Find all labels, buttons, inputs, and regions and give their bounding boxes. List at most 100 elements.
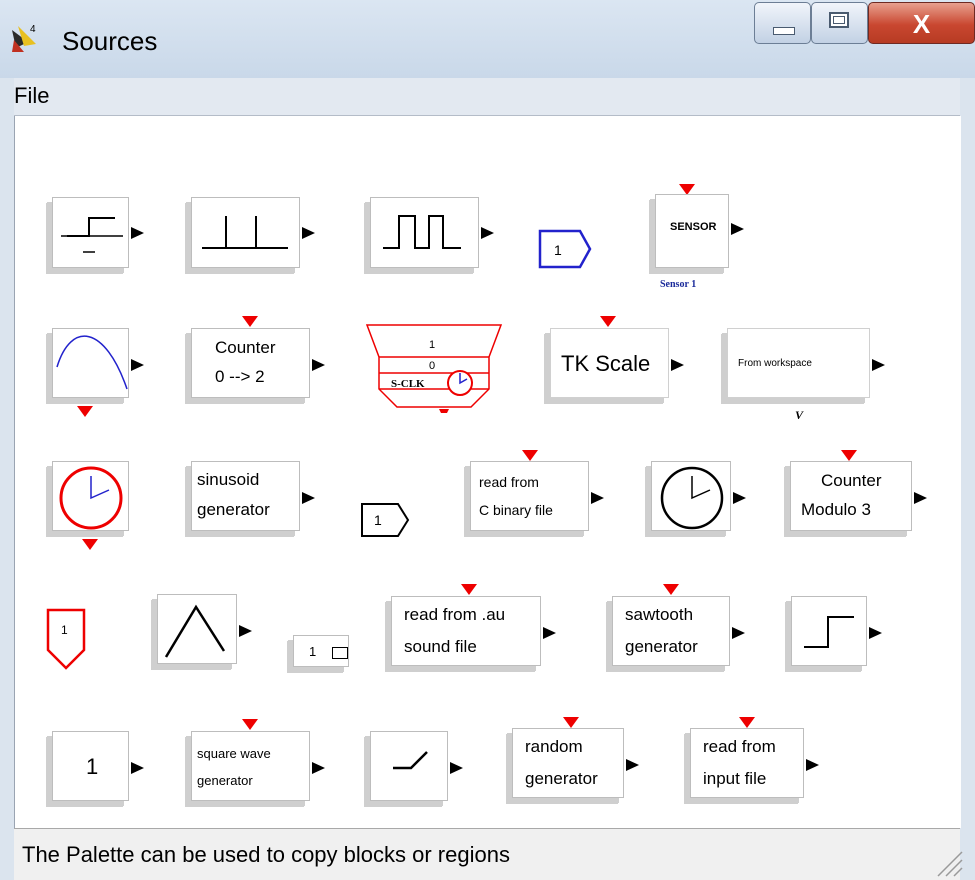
window-title: Sources bbox=[62, 26, 158, 56]
tkscale-label: TK Scale bbox=[561, 351, 651, 376]
inport-blue-label: 1 bbox=[554, 242, 562, 258]
fromws-label: From workspace bbox=[738, 358, 812, 369]
block-impulse-generator[interactable] bbox=[191, 197, 315, 268]
block-sine-curve[interactable] bbox=[52, 328, 144, 398]
event-input-port bbox=[739, 717, 755, 728]
window-border-left bbox=[0, 78, 14, 879]
event-input-port bbox=[563, 717, 579, 728]
palette-canvas[interactable]: 1 SENSOR Sensor 1 Counter 0 --> 2 1 0 S-… bbox=[14, 116, 961, 828]
block-pulse-generator[interactable] bbox=[370, 197, 494, 268]
output-port bbox=[914, 492, 927, 504]
output-port bbox=[302, 227, 315, 239]
block-sensor[interactable]: SENSOR bbox=[655, 194, 744, 268]
inport-blue-block[interactable]: 1 bbox=[538, 229, 594, 273]
impulse-icon bbox=[202, 216, 288, 249]
readinput-label-2: input file bbox=[703, 769, 767, 788]
step-icon bbox=[804, 616, 854, 648]
sclk-label-2: 0 bbox=[429, 360, 435, 372]
output-port bbox=[239, 625, 252, 637]
block-clock[interactable] bbox=[651, 461, 746, 531]
readc-label-1: read from bbox=[479, 474, 539, 490]
output-port bbox=[872, 359, 885, 371]
fromws-caption: V bbox=[795, 408, 804, 422]
output-port bbox=[626, 759, 639, 771]
menu-bar: File bbox=[0, 78, 960, 116]
output-port bbox=[312, 762, 325, 774]
square-label-1: square wave bbox=[197, 746, 271, 761]
event-input-port bbox=[841, 450, 857, 461]
sawtooth-label-1: sawtooth bbox=[625, 605, 694, 624]
minimize-button[interactable] bbox=[754, 2, 811, 44]
inport-red-block[interactable]: 1 bbox=[46, 608, 96, 674]
status-bar: The Palette can be used to copy blocks o… bbox=[14, 828, 963, 880]
output-port bbox=[732, 627, 745, 639]
countermod-label-1: Counter bbox=[821, 471, 882, 490]
event-input-port bbox=[461, 584, 477, 595]
scilab-app-icon: 4 bbox=[12, 24, 36, 52]
random-label-1: random bbox=[525, 737, 583, 756]
event-input-port bbox=[522, 450, 538, 461]
block-sawtooth-generator[interactable]: sawtooth generator bbox=[612, 596, 745, 666]
output-port bbox=[591, 492, 604, 504]
block-tk-scale[interactable]: TK Scale bbox=[550, 328, 684, 398]
output-port bbox=[131, 762, 144, 774]
resize-grip-icon[interactable] bbox=[930, 844, 964, 878]
block-ramp-triangle[interactable] bbox=[157, 594, 252, 664]
small-const-port bbox=[332, 647, 348, 659]
readc-label-2: C binary file bbox=[479, 502, 553, 518]
close-icon: X bbox=[912, 9, 931, 39]
block-from-workspace[interactable]: From workspace bbox=[727, 328, 885, 398]
block-counter-modulo[interactable]: Counter Modulo 3 bbox=[790, 461, 927, 531]
sawtooth-label-2: generator bbox=[625, 637, 698, 656]
pulse-wave-icon bbox=[383, 215, 461, 249]
maximize-button[interactable] bbox=[811, 2, 868, 44]
output-port bbox=[733, 492, 746, 504]
event-input-port bbox=[242, 719, 258, 730]
output-port bbox=[481, 227, 494, 239]
inport-red-label: 1 bbox=[61, 623, 68, 637]
inport-black-block[interactable]: 1 bbox=[360, 502, 416, 546]
close-button[interactable]: X bbox=[868, 2, 975, 44]
sclk-label-3: S-CLK bbox=[391, 378, 425, 390]
block-square-wave-generator[interactable]: square wave generator bbox=[191, 731, 325, 801]
block-gensqr-step-ground[interactable] bbox=[52, 197, 144, 268]
block-step[interactable] bbox=[791, 596, 882, 666]
event-input-port bbox=[242, 316, 258, 327]
sensor-caption: Sensor 1 bbox=[660, 279, 697, 290]
block-ramp[interactable] bbox=[370, 731, 463, 801]
block-sinusoid-generator[interactable]: sinusoid generator bbox=[191, 461, 315, 531]
sensor-label: SENSOR bbox=[670, 221, 717, 233]
readau-label-2: sound file bbox=[404, 637, 477, 656]
block-random-generator[interactable]: random generator bbox=[512, 728, 639, 798]
event-output-port bbox=[77, 406, 93, 417]
output-port bbox=[450, 762, 463, 774]
title-bar: 4 Sources X bbox=[0, 0, 975, 78]
minimize-icon bbox=[773, 27, 795, 35]
maximize-icon bbox=[829, 12, 849, 28]
output-port bbox=[131, 359, 144, 371]
square-label-2: generator bbox=[197, 773, 253, 788]
constant-label: 1 bbox=[86, 754, 99, 779]
sclk-block[interactable]: 1 0 S-CLK bbox=[365, 323, 505, 413]
ramp-icon bbox=[393, 751, 428, 770]
triangle-wave-icon bbox=[164, 604, 226, 658]
event-input-port bbox=[600, 316, 616, 327]
block-small-constant[interactable]: 1 bbox=[293, 635, 349, 667]
random-label-2: generator bbox=[525, 769, 598, 788]
output-port bbox=[543, 627, 556, 639]
menu-file[interactable]: File bbox=[14, 83, 49, 109]
sinusoid-label-1: sinusoid bbox=[197, 470, 260, 489]
block-read-au-file[interactable]: read from .au sound file bbox=[391, 596, 556, 666]
block-read-c-binary[interactable]: read from C binary file bbox=[470, 461, 604, 531]
block-read-input-file[interactable]: read from input file bbox=[690, 728, 819, 798]
block-counter-0-2[interactable]: Counter 0 --> 2 bbox=[191, 328, 325, 398]
output-port bbox=[731, 223, 744, 235]
block-constant[interactable]: 1 bbox=[52, 731, 144, 801]
output-port bbox=[131, 227, 144, 239]
counter-label-1: Counter bbox=[215, 338, 276, 357]
readau-label-1: read from .au bbox=[404, 605, 506, 624]
output-port bbox=[312, 359, 325, 371]
block-event-clock[interactable] bbox=[52, 461, 129, 531]
sine-curve-icon bbox=[56, 335, 128, 390]
output-port bbox=[806, 759, 819, 771]
